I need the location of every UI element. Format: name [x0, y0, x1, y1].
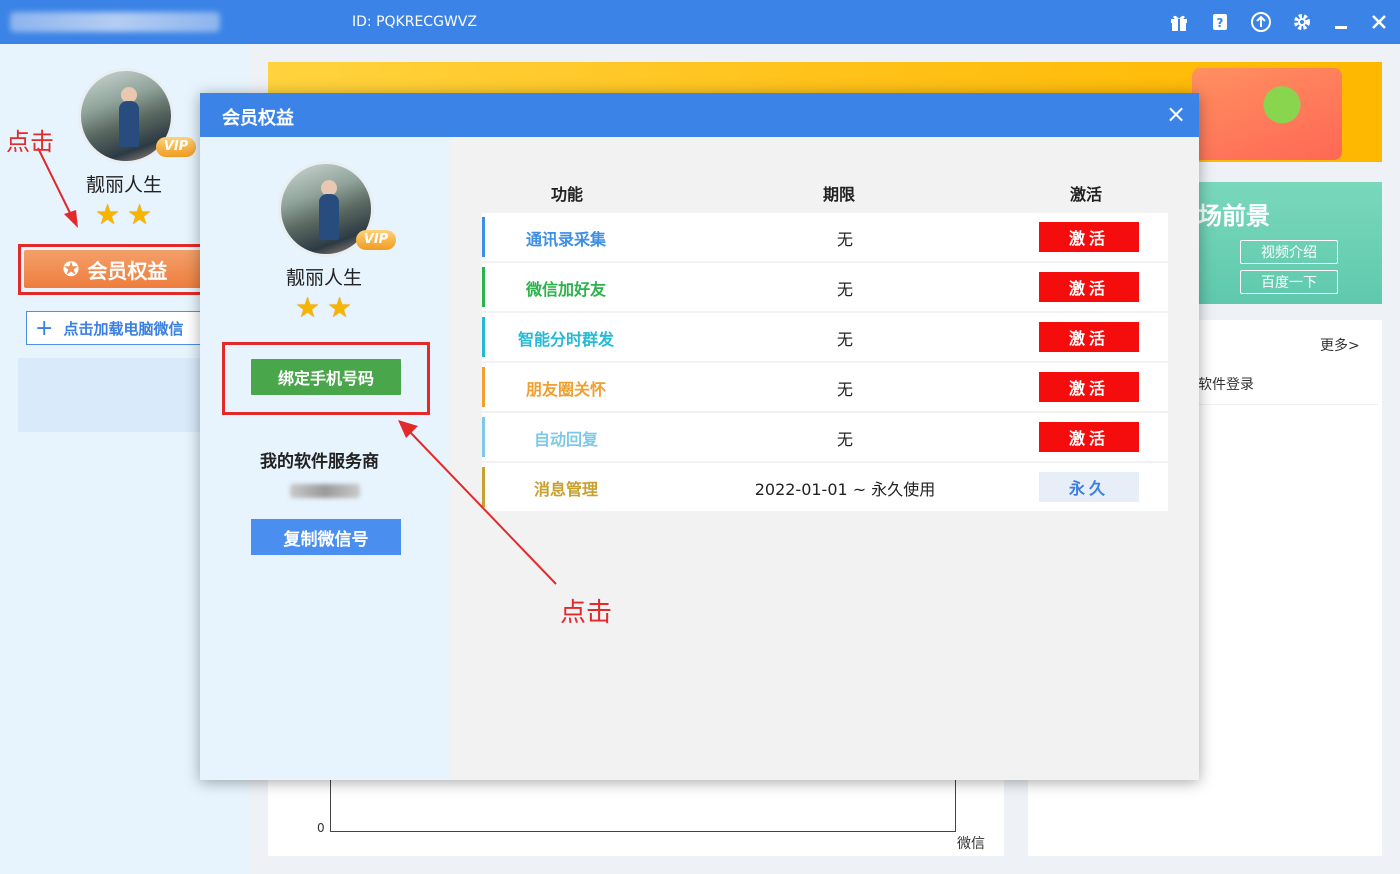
- baidu-button[interactable]: 百度一下: [1240, 270, 1338, 294]
- activate-button[interactable]: 激活: [1039, 422, 1139, 452]
- feature-name: 自动回复: [533, 430, 598, 449]
- feature-name: 智能分时群发: [517, 330, 614, 349]
- chart-panel: [268, 780, 1004, 856]
- table-row: 自动回复 无 激活: [482, 413, 1168, 461]
- username: 靓丽人生: [286, 267, 363, 289]
- feature-term: 无: [836, 380, 853, 399]
- medal-icon: ✪: [62, 257, 80, 281]
- app-id: ID: PQKRECGWVZ: [352, 14, 477, 30]
- help-icon[interactable]: ?: [1207, 9, 1233, 35]
- add-wechat-button[interactable]: + 点击加载电脑微信: [26, 311, 216, 345]
- chart-axis: [330, 780, 331, 832]
- blurred-provider-id: [290, 484, 360, 498]
- account-list-panel: [18, 358, 218, 432]
- table-row: 通讯录采集 无 激活: [482, 213, 1168, 261]
- star-icon: ★: [95, 198, 121, 231]
- service-provider-title: 我的软件服务商: [260, 452, 379, 472]
- info-card: 场前景 视频介绍 百度一下: [1192, 182, 1382, 304]
- member-benefits-label: 会员权益: [87, 258, 168, 283]
- blurred-app-title: [10, 12, 220, 32]
- dialog-header: 会员权益 ×: [200, 93, 1199, 137]
- column-header-term: 期限: [823, 185, 856, 204]
- news-item[interactable]: 软件登录: [1198, 374, 1254, 394]
- row-color-bar: [482, 417, 485, 457]
- chart-tick-label: 0: [317, 821, 325, 835]
- username: 靓丽人生: [86, 174, 163, 196]
- feature-term: 无: [836, 230, 853, 249]
- row-color-bar: [482, 467, 485, 507]
- feature-term: 无: [836, 280, 853, 299]
- close-window-icon[interactable]: [1366, 9, 1392, 35]
- activate-button[interactable]: 激活: [1039, 322, 1139, 352]
- feature-term: 无: [836, 330, 853, 349]
- member-benefits-button[interactable]: ✪ 会员权益: [24, 250, 206, 288]
- activate-button[interactable]: 激活: [1039, 272, 1139, 302]
- table-row: 智能分时群发 无 激活: [482, 313, 1168, 361]
- row-color-bar: [482, 267, 485, 307]
- more-link[interactable]: 更多>: [1320, 335, 1360, 355]
- star-icon: ★: [295, 291, 321, 324]
- upload-icon[interactable]: [1248, 9, 1274, 35]
- divider: [1198, 404, 1378, 405]
- column-header-activate: 激活: [1070, 185, 1103, 204]
- dialog-title: 会员权益: [222, 108, 294, 129]
- chart-axis: [330, 831, 956, 832]
- table-row: 微信加好友 无 激活: [482, 263, 1168, 311]
- feature-name: 消息管理: [533, 480, 598, 499]
- star-icon: ★: [127, 198, 153, 231]
- title-bar: ID: PQKRECGWVZ ?: [0, 0, 1400, 44]
- minimize-icon[interactable]: [1328, 9, 1354, 35]
- click-annotation: 点击: [560, 598, 613, 628]
- video-intro-label: 视频介绍: [1261, 245, 1317, 261]
- add-wechat-label: 点击加载电脑微信: [63, 319, 184, 338]
- plus-icon: +: [35, 315, 54, 341]
- row-color-bar: [482, 317, 485, 357]
- gift-icon[interactable]: [1166, 9, 1192, 35]
- info-card-title: 场前景: [1198, 202, 1270, 230]
- star-icon: ★: [327, 291, 353, 324]
- row-color-bar: [482, 217, 485, 257]
- feature-name: 通讯录采集: [525, 230, 606, 249]
- chart-x-label: 微信: [957, 836, 985, 852]
- click-annotation: 点击: [6, 128, 54, 156]
- baidu-label: 百度一下: [1261, 275, 1317, 291]
- video-intro-button[interactable]: 视频介绍: [1240, 240, 1338, 264]
- vip-badge: VIP: [356, 230, 396, 250]
- dialog-profile-panel: VIP 靓丽人生 ★ ★ 绑定手机号码 我的软件服务商 复制微信号: [200, 137, 450, 780]
- copy-wechat-button[interactable]: 复制微信号: [251, 519, 401, 555]
- column-header-feature: 功能: [551, 185, 584, 204]
- feature-name: 朋友圈关怀: [525, 380, 606, 399]
- feature-name: 微信加好友: [525, 280, 606, 299]
- activate-button[interactable]: 激活: [1039, 222, 1139, 252]
- activate-button[interactable]: 激活: [1039, 372, 1139, 402]
- feature-term: 2022-01-01 ~ 永久使用: [754, 480, 936, 499]
- close-icon[interactable]: ×: [1163, 101, 1189, 127]
- table-row: 朋友圈关怀 无 激活: [482, 363, 1168, 411]
- feature-term: 无: [836, 430, 853, 449]
- gear-icon[interactable]: [1289, 9, 1315, 35]
- member-benefits-dialog: 会员权益 × VIP 靓丽人生 ★ ★ 绑定手机号码 我的软件服务商 复制微信号…: [200, 93, 1199, 780]
- row-color-bar: [482, 367, 485, 407]
- svg-text:?: ?: [1217, 16, 1224, 30]
- banner-illustration: [1192, 68, 1342, 160]
- vip-badge: VIP: [156, 137, 196, 157]
- chart-axis: [955, 780, 956, 832]
- highlight-box: [222, 342, 430, 415]
- table-row: 消息管理 2022-01-01 ~ 永久使用 永久: [482, 463, 1168, 511]
- permanent-badge: 永久: [1039, 472, 1139, 502]
